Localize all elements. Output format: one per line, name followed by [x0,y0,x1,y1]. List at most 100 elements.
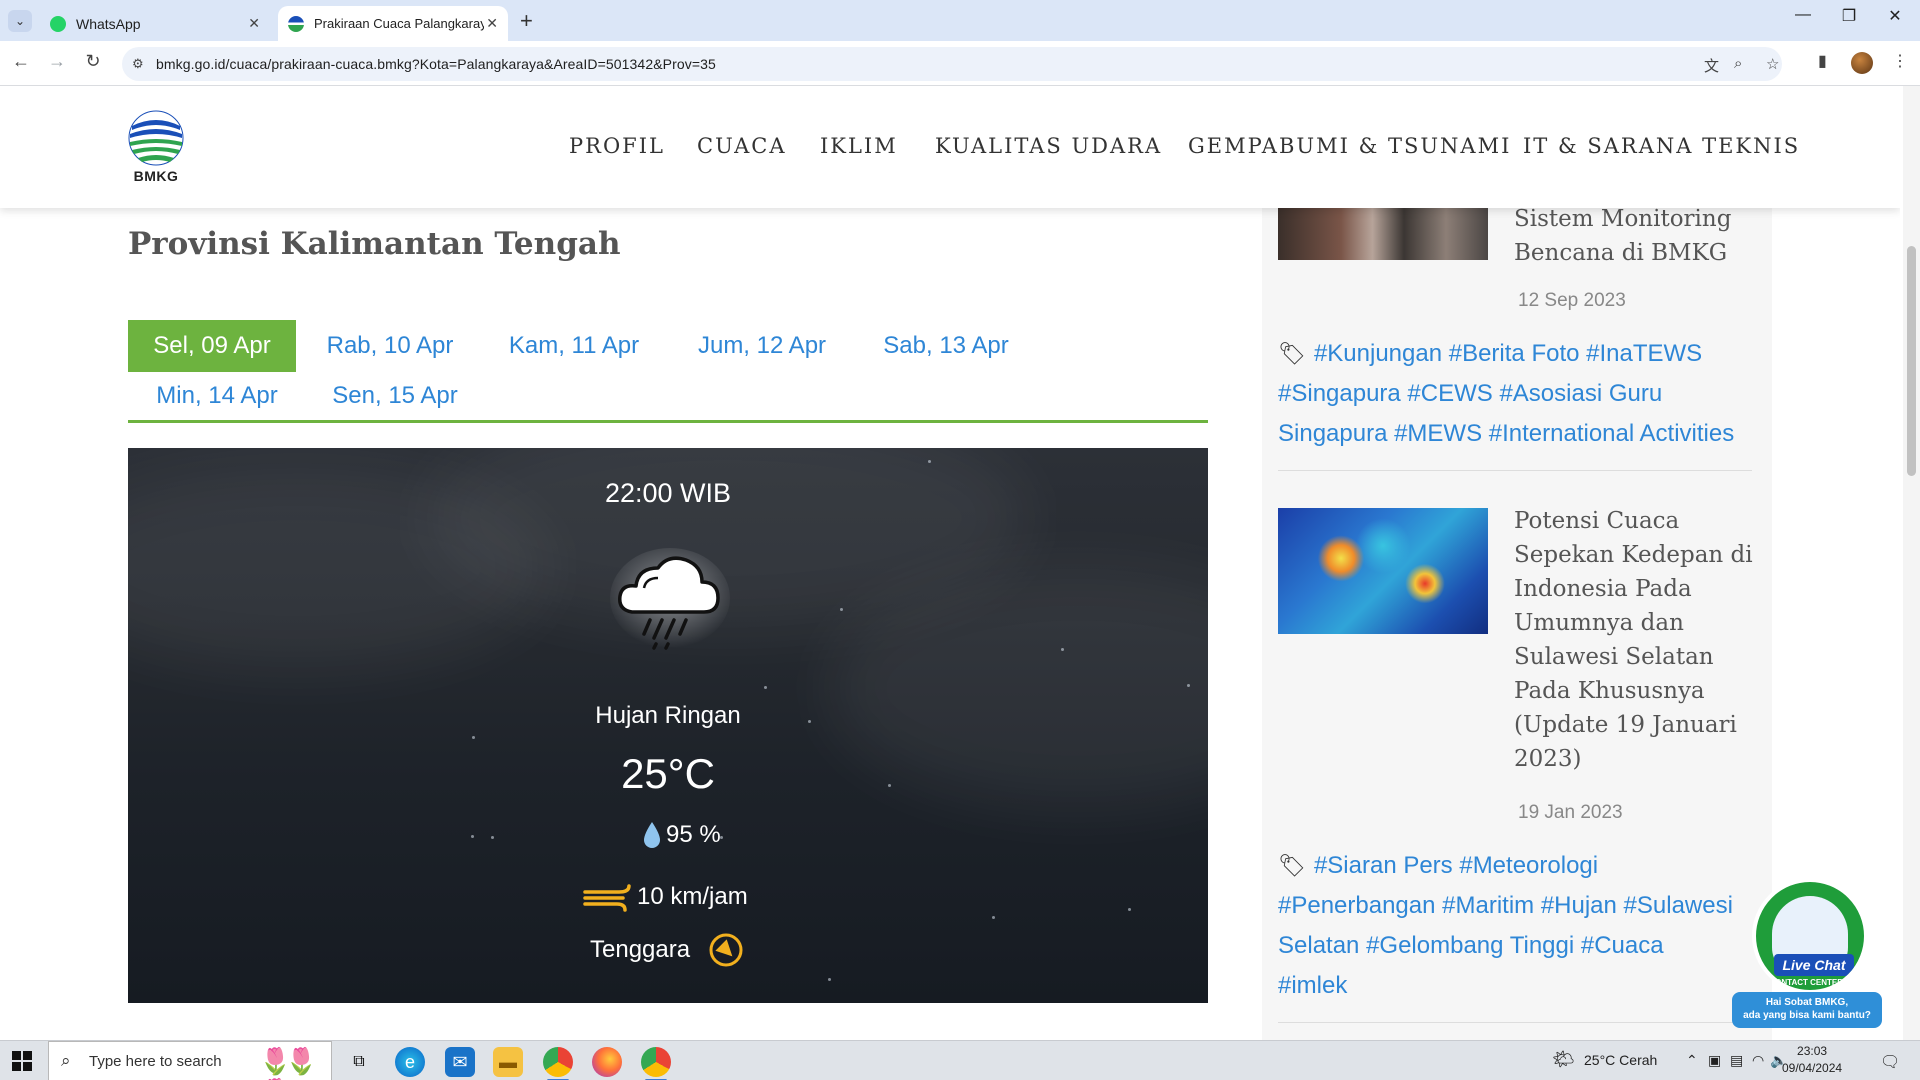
province-title: Provinsi Kalimantan Tengah [128,226,621,262]
news-date: 12 Sep 2023 [1518,290,1626,311]
zoom-icon[interactable]: ⌕ [1734,55,1742,72]
tag-line[interactable]: #imlek [1278,966,1768,1006]
greeting-line: Hai Sobat BMKG, [1765,997,1849,1008]
address-bar[interactable]: ⚙ bmkg.go.id/cuaca/prakiraan-cuaca.bmkg?… [122,47,1782,81]
live-chat-avatar[interactable]: Live Chat CONTACT CENTER 196 [1752,878,1868,994]
live-chat-label: Live Chat [1774,954,1854,976]
live-chat-greeting[interactable]: Hai Sobat BMKG, ada yang bisa kami bantu… [1732,992,1882,1028]
news-title[interactable]: Potensi Cuaca Sepekan Kedepan di Indones… [1514,504,1764,776]
wind-icon [583,884,631,912]
date-tab[interactable]: Jum, 12 Apr [682,320,842,372]
taskbar-weather[interactable]: 25°C Cerah [1584,1052,1657,1068]
forward-icon[interactable]: → [44,51,70,72]
chrome-icon[interactable] [543,1047,573,1080]
bmkg-favicon-icon [288,15,304,32]
bookmark-star-icon[interactable]: ☆ [1766,55,1779,73]
firefox-icon[interactable] [592,1047,622,1077]
minimize-icon[interactable]: — [1780,6,1826,24]
rain-drop-decoration [992,916,995,919]
browser-toolbar: ← → ↻ ⚙ bmkg.go.id/cuaca/prakiraan-cuaca… [0,41,1920,86]
mail-icon[interactable]: ✉ [445,1047,475,1077]
search-icon: ⌕ [61,1051,71,1070]
profile-avatar[interactable] [1851,52,1873,74]
file-explorer-icon[interactable]: ▬ [493,1047,523,1077]
search-placeholder[interactable]: Type here to search [89,1053,222,1070]
rain-cloud-icon [610,548,730,658]
windows-taskbar: ⌕ Type here to search 🌷🌷🌷 ⧉ e ✉ ▬ 🌤 25°C… [0,1040,1920,1080]
new-tab-icon[interactable]: + [520,8,533,34]
close-tab-icon[interactable]: ✕ [486,15,498,32]
date-tab[interactable]: Min, 14 Apr [140,370,294,422]
forecast-wind: 10 km/jam [583,882,748,912]
tulips-icon: 🌷🌷🌷 [259,1046,318,1080]
tab-title: Prakiraan Cuaca Palangkaraya - [314,16,484,31]
rain-drop-decoration [472,736,475,739]
tag-line[interactable]: Singapura #MEWS #International Activitie… [1278,414,1768,454]
news-title[interactable]: Sistem Monitoring Bencana di BMKG [1514,202,1764,270]
forecast-card[interactable]: 22:00 WIB Hujan Ringan 25°C 95 % 10 km/j… [128,448,1208,1003]
network-icon[interactable]: ▣ [1708,1052,1721,1069]
tag-line[interactable]: #Kunjungan #Berita Foto #InaTEWS [1314,340,1702,367]
weather-moon-icon[interactable]: 🌤 [1552,1049,1575,1070]
scrollbar-thumb[interactable] [1907,246,1916,476]
tags-icon: 🏷 [1278,853,1306,878]
tab-whatsapp[interactable]: WhatsApp ✕ [40,6,270,41]
nav-iklim[interactable]: IKLIM [820,134,898,158]
close-tab-icon[interactable]: ✕ [248,15,260,32]
side-panel-icon[interactable]: ▮ [1818,51,1827,71]
forecast-condition: Hujan Ringan [595,702,741,729]
date-tab[interactable]: Rab, 10 Apr [310,320,470,372]
menu-icon[interactable]: ⋮ [1892,51,1908,71]
chrome-profile-icon[interactable] [641,1047,671,1080]
news-tags: 🏷 #Siaran Pers #Meteorologi #Penerbangan … [1278,846,1768,1006]
windows-start-icon[interactable] [12,1051,32,1071]
news-date: 19 Jan 2023 [1518,802,1623,823]
rain-drop-decoration [1187,684,1190,687]
tag-line[interactable]: #Penerbangan #Maritim #Hujan #Sulawesi [1278,886,1768,926]
nav-kualitas-udara[interactable]: KUALITAS UDARA [935,134,1162,158]
close-window-icon[interactable]: ✕ [1872,6,1918,26]
site-info-icon[interactable]: ⚙ [132,56,144,72]
date-tab[interactable]: Sen, 15 Apr [318,370,472,422]
bmkg-logo[interactable]: BMKG [128,110,188,184]
live-chat-widget[interactable]: Live Chat CONTACT CENTER 196 Hai Sobat B… [1732,878,1882,1028]
notifications-icon[interactable]: 🗨 [1880,1052,1900,1072]
nav-profil[interactable]: PROFIL [569,134,665,158]
tag-line[interactable]: #Siaran Pers #Meteorologi [1314,852,1598,879]
restore-icon[interactable]: ❐ [1826,6,1872,26]
nav-it-sarana-teknis[interactable]: IT & SARANA TEKNIS [1523,134,1800,158]
logo-text: BMKG [133,168,179,184]
translate-icon[interactable]: 文 [1704,55,1719,76]
nav-cuaca[interactable]: CUACA [697,134,787,158]
rain-drop-decoration [928,460,931,463]
task-view-icon[interactable]: ⧉ [344,1047,374,1077]
reload-icon[interactable]: ↻ [80,51,106,72]
edge-icon[interactable]: e [395,1047,425,1077]
tab-search-button[interactable]: ⌄ [8,10,32,32]
page-scrollbar[interactable] [1903,86,1920,1040]
divider [1278,1022,1752,1023]
nav-gempabumi-tsunami[interactable]: GEMPABUMI & TSUNAMI [1188,134,1511,158]
url-text[interactable]: bmkg.go.id/cuaca/prakiraan-cuaca.bmkg?Ko… [156,56,716,72]
wifi-icon[interactable]: ◠ [1752,1052,1764,1069]
wind-speed: 10 km/jam [637,883,748,910]
taskbar-search[interactable]: ⌕ Type here to search 🌷🌷🌷 [48,1041,332,1080]
tab-prakiraan-cuaca[interactable]: Prakiraan Cuaca Palangkaraya - ✕ [278,6,508,41]
rain-drop-decoration [840,608,843,611]
browser-tabstrip: ⌄ WhatsApp ✕ Prakiraan Cuaca Palangkaray… [0,0,1920,41]
compass-arrow-icon [709,933,743,967]
display-icon[interactable]: ▤ [1730,1052,1743,1069]
taskbar-clock[interactable]: 23:03 09/04/2024 [1782,1043,1842,1077]
date-tab[interactable]: Sab, 13 Apr [866,320,1026,372]
date-tab[interactable]: Kam, 11 Apr [494,320,654,372]
date-tab-active[interactable]: Sel, 09 Apr [128,320,296,372]
whatsapp-icon [50,15,66,32]
weather-map-thumbnail-image[interactable] [1278,508,1488,634]
back-icon[interactable]: ← [8,51,34,72]
tag-line[interactable]: #Singapura #CEWS #Asosiasi Guru [1278,374,1768,414]
show-hidden-icons-icon[interactable]: ⌃ [1686,1052,1698,1069]
tag-line[interactable]: Selatan #Gelombang Tinggi #Cuaca [1278,926,1768,966]
site-header: BMKG PROFIL CUACA IKLIM KUALITAS UDARA G… [0,86,1900,208]
rain-drop-decoration [764,686,767,689]
bmkg-logo-icon [128,110,184,166]
